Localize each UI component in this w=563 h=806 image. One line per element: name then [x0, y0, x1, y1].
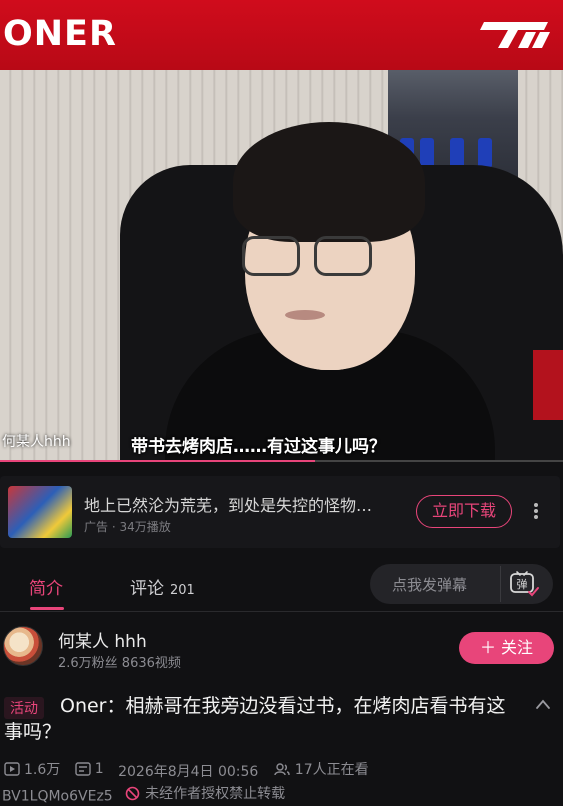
more-vertical-icon[interactable] [528, 500, 544, 522]
danmaku-count-icon [75, 762, 91, 776]
watching-icon [274, 763, 290, 776]
video-meta: 1.6万 1 2026年8月4日 00:56 17人正在看 [4, 759, 379, 780]
uploader-name[interactable]: 何某人 hhh [58, 627, 147, 652]
person-hair [233, 122, 425, 242]
tab-intro[interactable]: 简介 [29, 574, 63, 599]
video-title: Oner：相赫哥在我旁边没看过书，在烤肉店看书有这事吗？ [4, 695, 506, 743]
video-subtitle: 带书去烤肉店……有过这事儿吗？ [131, 437, 386, 457]
ad-thumbnail[interactable] [8, 486, 72, 538]
t1-logo-icon [480, 22, 550, 48]
ad-download-button[interactable]: 立即下载 [416, 495, 512, 528]
watching-count: 17人正在看 [294, 762, 369, 778]
ad-title[interactable]: 地上已然沦为荒芜，到处是失控的怪物… [84, 492, 396, 516]
bvid[interactable]: BV1LQMo6VEz5 [2, 789, 113, 805]
uploader-avatar[interactable] [3, 626, 43, 666]
oner-logo: ONER [3, 14, 117, 54]
copyright-notice: 未经作者授权禁止转载 [145, 786, 286, 802]
follow-button[interactable]: ＋ 关注 [459, 632, 554, 664]
uploader-stats: 2.6万粉丝 8636视频 [58, 656, 181, 671]
video-meta-secondary: BV1LQMo6VEz5 未经作者授权禁止转载 [2, 783, 285, 805]
danmaku-toggle-icon[interactable]: 弹 [507, 570, 541, 598]
svg-text:弹: 弹 [517, 577, 528, 591]
ad-views: 34万播放 [119, 520, 171, 534]
video-progress-fill [0, 460, 316, 462]
uploader-watermark: 何某人hhh [2, 434, 71, 450]
publish-date: 2026年8月4日 00:56 [118, 764, 259, 780]
danmaku-input[interactable]: 点我发弹幕 弹 [370, 564, 553, 604]
glasses [240, 236, 380, 280]
tab-comments[interactable]: 评论 201 [130, 574, 195, 599]
ad-meta: 广告 · 34万播放 [84, 520, 171, 534]
comments-count: 201 [170, 583, 195, 598]
video-player[interactable]: ONER 何某人hhh 带书去烤肉店……有过这事儿吗？ [0, 0, 563, 462]
no-repost-icon [125, 786, 140, 800]
activity-tag[interactable]: 活动 [4, 697, 44, 719]
tab-intro-indicator [30, 607, 64, 610]
chevron-up-icon[interactable] [535, 698, 551, 710]
video-progress-bar[interactable] [0, 460, 563, 462]
play-count: 1.6万 [24, 762, 61, 778]
video-top-banner: ONER [0, 0, 563, 70]
danmaku-count: 1 [94, 761, 104, 777]
ad-label: 广告 [84, 520, 109, 534]
play-count-icon [4, 762, 20, 776]
danmaku-placeholder: 点我发弹幕 [392, 576, 468, 594]
tab-comments-label: 评论 [130, 579, 164, 599]
